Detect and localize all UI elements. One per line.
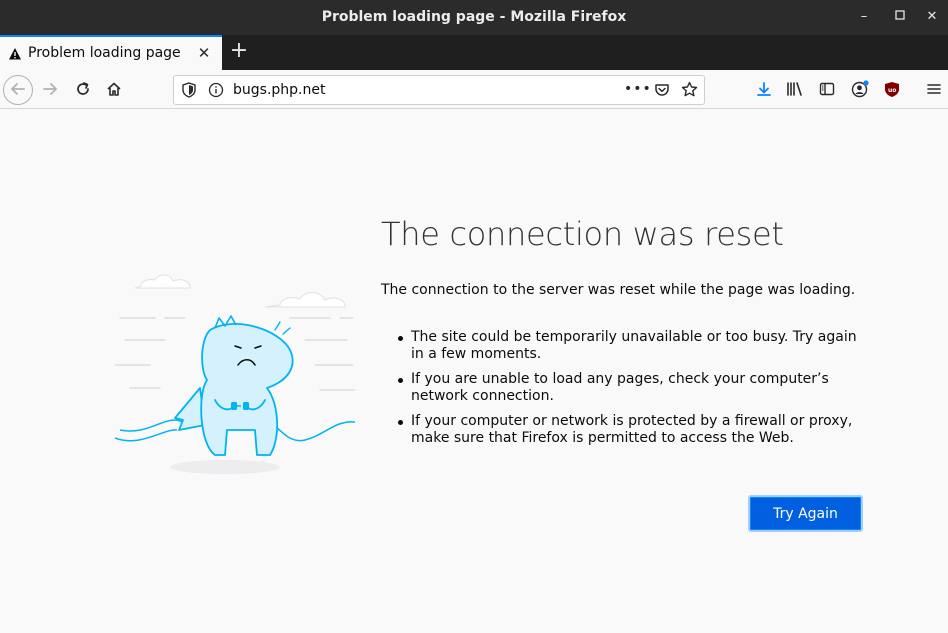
error-description: The connection to the server was reset w…	[381, 282, 856, 298]
download-icon[interactable]	[752, 77, 776, 101]
window-title: Problem loading page - Mozilla Firefox	[321, 9, 627, 25]
info-icon[interactable]	[208, 82, 224, 102]
try-again-button[interactable]: Try Again	[748, 495, 863, 532]
account-icon[interactable]	[848, 77, 872, 101]
shield-icon[interactable]	[182, 82, 196, 102]
bookmark-star-icon[interactable]	[681, 81, 698, 102]
list-item: If your computer or network is protected…	[397, 413, 867, 447]
tab-close-icon[interactable]: ✕	[196, 45, 212, 61]
navigation-toolbar: bugs.php.net ••• uo	[0, 70, 948, 109]
error-page: The connection was reset The connection …	[0, 110, 948, 633]
dinosaur-unplugged-illustration	[114, 270, 356, 480]
list-item: The site could be temporarily unavailabl…	[397, 329, 867, 363]
minimize-icon[interactable]: –	[856, 9, 872, 25]
list-item: If you are unable to load any pages, che…	[397, 371, 867, 405]
sidebar-icon[interactable]	[815, 77, 839, 101]
warning-icon	[8, 46, 22, 60]
tab-strip: Problem loading page ✕ +	[0, 35, 948, 70]
url-text[interactable]: bugs.php.net	[233, 82, 325, 98]
library-icon[interactable]	[783, 77, 807, 101]
back-arrow-icon	[6, 77, 30, 101]
maximize-icon[interactable]	[892, 9, 908, 25]
close-window-icon[interactable]: ✕	[924, 9, 940, 25]
new-tab-icon[interactable]: +	[228, 40, 250, 62]
forward-arrow-icon[interactable]	[38, 77, 62, 101]
reload-icon[interactable]	[71, 77, 95, 101]
ublock-origin-icon[interactable]: uo	[880, 77, 904, 101]
url-bar[interactable]: bugs.php.net •••	[173, 75, 705, 105]
tab-problem-loading[interactable]: Problem loading page ✕	[0, 35, 222, 70]
menu-icon[interactable]	[922, 77, 946, 101]
error-title: The connection was reset	[381, 215, 784, 253]
home-icon[interactable]	[102, 77, 126, 101]
error-suggestions-list: The site could be temporarily unavailabl…	[397, 329, 867, 455]
svg-text:uo: uo	[888, 87, 896, 94]
page-actions-icon[interactable]: •••	[624, 81, 652, 97]
pocket-icon[interactable]	[654, 82, 670, 102]
window-titlebar: Problem loading page - Mozilla Firefox –…	[0, 0, 948, 35]
tab-label: Problem loading page	[28, 45, 181, 61]
